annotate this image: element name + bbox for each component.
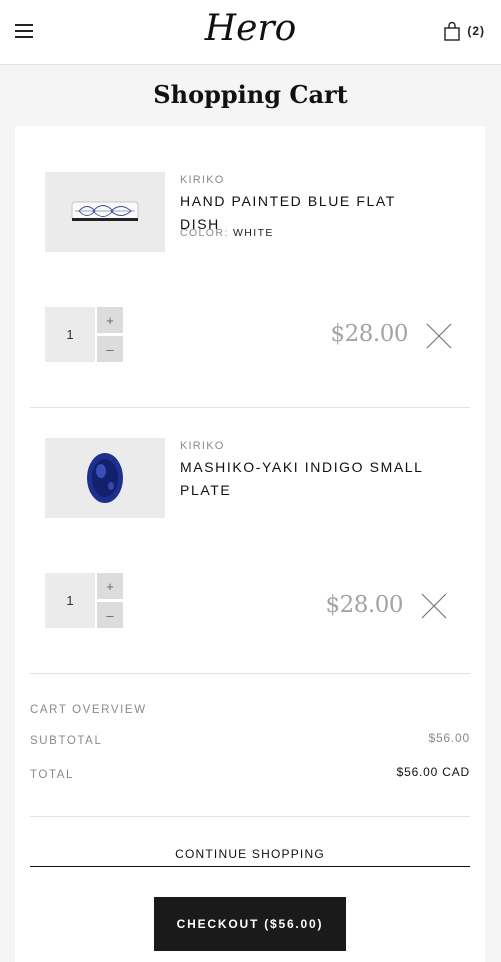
cart-count: (2)	[467, 24, 485, 38]
quantity-stepper: 1 + –	[45, 573, 123, 628]
quantity-increase-button[interactable]: +	[97, 573, 123, 599]
page-title: Shopping Cart	[153, 80, 348, 109]
item-price: $28.00	[325, 592, 404, 618]
total-value: $56.00 CAD	[396, 765, 470, 779]
flat-dish-image	[71, 201, 139, 221]
divider	[30, 407, 470, 408]
product-brand: KIRIKO	[180, 440, 225, 452]
shopping-bag-icon	[444, 21, 461, 41]
item-price: $28.00	[330, 321, 409, 347]
quantity-input[interactable]: 1	[45, 573, 95, 628]
cart-overview-heading: CART OVERVIEW	[30, 704, 147, 716]
site-header: Hero (2)	[0, 0, 501, 65]
total-label: TOTAL	[30, 769, 74, 781]
product-title[interactable]: MASHIKO-YAKI INDIGO SMALL PLATE	[180, 456, 440, 502]
quantity-input[interactable]: 1	[45, 307, 95, 362]
continue-shopping-link[interactable]: CONTINUE SHOPPING	[30, 847, 470, 867]
divider	[30, 673, 470, 674]
variant-value: WHITE	[233, 227, 274, 239]
product-image[interactable]	[45, 438, 165, 518]
divider	[30, 816, 470, 817]
subtotal-value: $56.00	[428, 731, 470, 745]
indigo-plate-image	[87, 453, 123, 503]
variant-label: COLOR:	[180, 227, 229, 239]
cart-panel: KIRIKO HAND PAINTED BLUE FLAT DISH COLOR…	[15, 126, 485, 962]
product-image[interactable]	[45, 172, 165, 252]
close-icon[interactable]	[426, 323, 452, 349]
quantity-decrease-button[interactable]: –	[97, 602, 123, 628]
quantity-increase-button[interactable]: +	[97, 307, 123, 333]
product-variant: COLOR: WHITE	[180, 227, 274, 239]
quantity-stepper: 1 + –	[45, 307, 123, 362]
quantity-decrease-button[interactable]: –	[97, 336, 123, 362]
close-icon[interactable]	[421, 593, 447, 619]
site-logo[interactable]: Hero	[0, 8, 501, 49]
checkout-button[interactable]: CHECKOUT ($56.00)	[154, 897, 346, 951]
product-brand: KIRIKO	[180, 174, 225, 186]
cart-link[interactable]: (2)	[444, 21, 485, 41]
subtotal-label: SUBTOTAL	[30, 735, 103, 747]
